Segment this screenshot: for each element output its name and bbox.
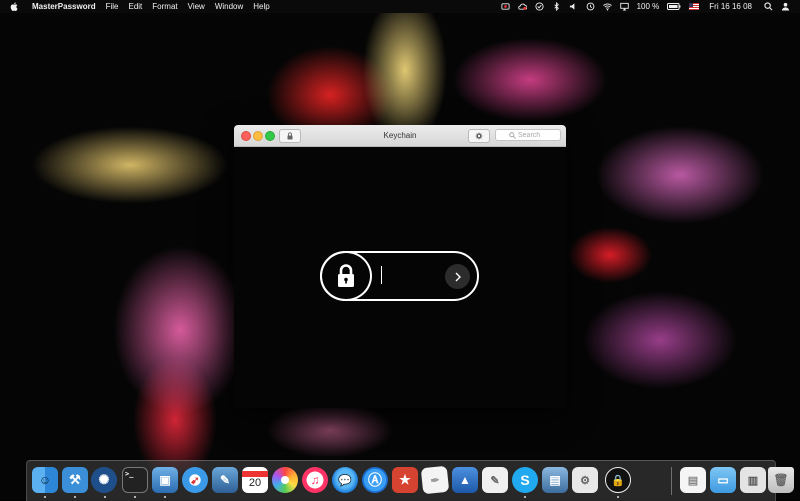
preview-icon[interactable]: ▣ (152, 467, 178, 493)
sourcetree-icon[interactable]: ✺ (91, 467, 117, 493)
finder-icon[interactable]: ☺ (32, 467, 58, 493)
image-capture-icon[interactable]: ✎ (212, 467, 238, 493)
messages-icon[interactable]: 💬 (332, 467, 358, 493)
preview-icon[interactable]: ▤ (542, 467, 568, 493)
skype-icon[interactable]: S (512, 467, 538, 493)
keynote-icon[interactable]: ▲ (452, 467, 478, 493)
menu-format[interactable]: Format (152, 0, 177, 13)
search-field[interactable] (495, 129, 561, 141)
menu-window[interactable]: Window (215, 0, 243, 13)
menu-view[interactable]: View (188, 0, 205, 13)
itunes-icon[interactable]: ♫ (302, 467, 328, 493)
running-indicator (134, 496, 136, 498)
safari-icon[interactable]: ➹ (182, 467, 208, 493)
running-indicator (524, 496, 526, 498)
zoom-window-button[interactable] (265, 131, 275, 141)
running-indicator (164, 496, 166, 498)
running-indicator (74, 496, 76, 498)
battery-icon[interactable] (667, 2, 681, 11)
flag-icon[interactable] (689, 3, 700, 10)
lock-toolbar-button[interactable] (279, 129, 301, 143)
menu-help[interactable]: Help (253, 0, 269, 13)
lock-circle (320, 251, 372, 301)
terminal-icon[interactable]: >_ (122, 467, 148, 493)
script-editor-icon[interactable]: ✎ (482, 467, 508, 493)
calendar-icon[interactable]: 20 (242, 467, 268, 493)
volume-icon[interactable] (569, 2, 578, 11)
textedit-icon[interactable]: ✒ (420, 465, 450, 495)
lock-icon (287, 132, 293, 140)
running-indicator (617, 496, 619, 498)
unlock-submit-button[interactable] (445, 264, 470, 289)
photos-icon[interactable] (272, 467, 298, 493)
spotlight-icon[interactable] (764, 2, 773, 11)
text-caret (381, 266, 382, 284)
document-icon[interactable]: ▤ (680, 467, 706, 493)
app-store-icon[interactable]: Ⓐ (362, 467, 388, 493)
battery-percent[interactable]: 100 % (637, 0, 660, 13)
wifi-icon[interactable] (602, 2, 612, 11)
window-titlebar[interactable]: Keychain (234, 125, 566, 147)
close-window-button[interactable] (241, 131, 251, 141)
xcode-icon[interactable]: ⚒ (62, 467, 88, 493)
settings-button[interactable] (468, 129, 490, 143)
wunderlist-icon[interactable]: ★ (392, 467, 418, 493)
app-menu[interactable]: MasterPassword (32, 0, 96, 13)
gear-icon (475, 132, 483, 140)
check-icon[interactable] (535, 2, 544, 11)
search-input[interactable] (518, 130, 560, 141)
user-icon[interactable] (781, 2, 790, 11)
dock: ☺ ⚒ ✺ >_ ▣ ➹ ✎ 20 ♫ 💬 Ⓐ ★ ✒ ▲ ✎ S ▤ ⚙ 🔒 … (26, 460, 794, 501)
search-icon (509, 132, 516, 139)
chevron-right-icon (455, 272, 461, 281)
minimize-window-button[interactable] (253, 131, 263, 141)
menu-file[interactable]: File (106, 0, 119, 13)
running-indicator (104, 496, 106, 498)
dock-separator (671, 467, 672, 495)
airplay-icon[interactable] (619, 2, 629, 11)
running-indicator (44, 496, 46, 498)
creative-cloud-icon[interactable] (501, 2, 510, 11)
folder-icon[interactable]: ▭ (710, 467, 736, 493)
menu-bar: MasterPassword File Edit Format View Win… (0, 0, 800, 13)
bluetooth-icon[interactable] (552, 2, 561, 11)
trash-icon[interactable]: 🗑 (768, 467, 794, 493)
menu-edit[interactable]: Edit (128, 0, 142, 13)
instruments-icon[interactable]: ⚙ (572, 467, 598, 493)
time-machine-icon[interactable] (586, 2, 595, 11)
cloud-icon[interactable] (517, 2, 527, 11)
master-password-input[interactable] (380, 263, 444, 289)
keychain-window: Keychain (234, 125, 566, 408)
archive-icon[interactable]: ▥ (740, 467, 766, 493)
lock-icon[interactable]: 🔒 (605, 467, 631, 493)
apple-icon[interactable] (10, 2, 18, 11)
lock-icon (338, 264, 354, 287)
menubar-clock[interactable]: Fri 16 16 08 (709, 0, 752, 13)
